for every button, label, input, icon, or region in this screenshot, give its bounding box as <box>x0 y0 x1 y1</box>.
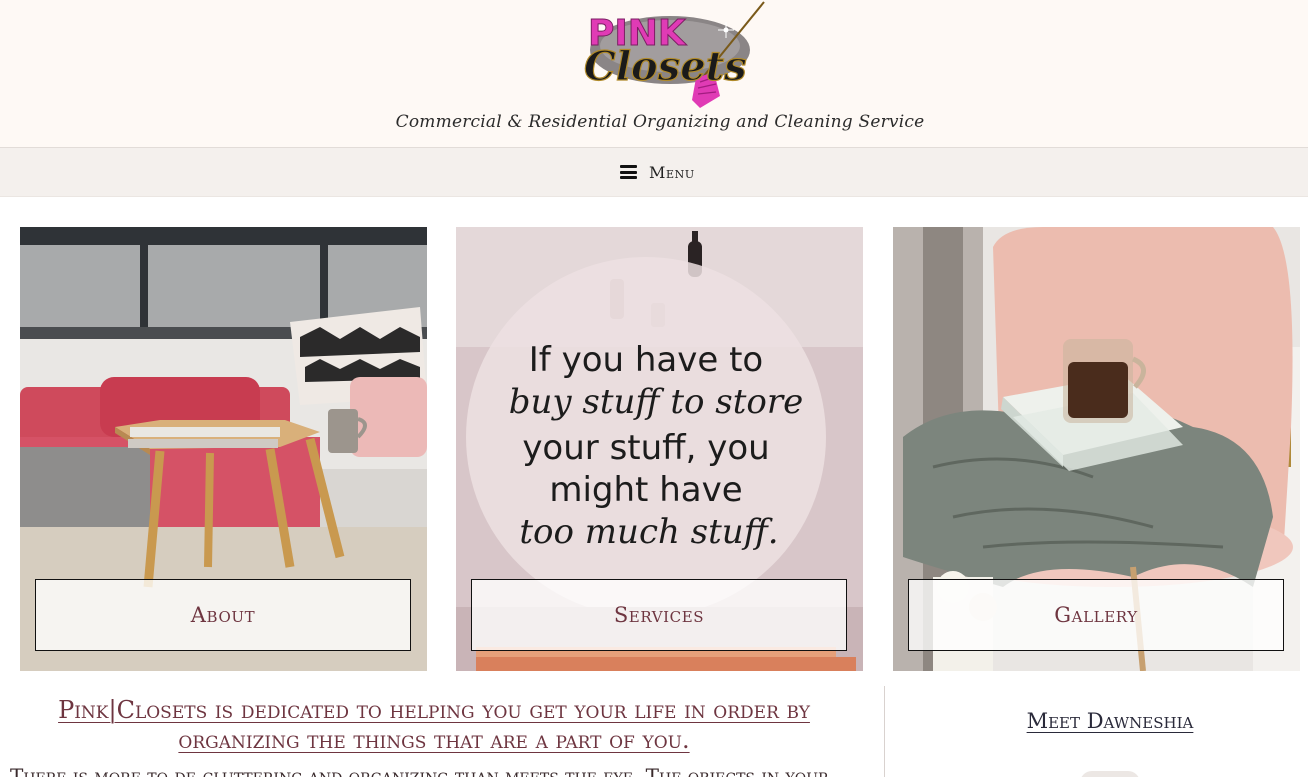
profile-photo <box>1080 771 1140 777</box>
site-header: PINK Closets Commercial & Residential Or… <box>0 0 1308 148</box>
quote-line-3: your stuff, you <box>522 428 769 468</box>
services-card[interactable]: If you have to buy stuff to store your s… <box>456 227 863 671</box>
gallery-label[interactable]: Gallery <box>908 579 1284 651</box>
intro-body-text: There is more to de-cluttering and organ… <box>10 764 829 777</box>
quote-line-5: too much stuff. <box>519 512 778 552</box>
quote-line-4: might have <box>549 470 742 510</box>
meet-dawneshia-link[interactable]: Meet Dawneshia <box>900 709 1308 733</box>
gallery-card[interactable]: Gallery <box>893 227 1300 671</box>
intro-headline[interactable]: Pink|Closets is dedicated to helping you… <box>8 695 860 755</box>
quote-line-1: If you have to <box>529 340 763 380</box>
main-navigation: Menu <box>0 148 1308 197</box>
about-label[interactable]: About <box>35 579 411 651</box>
pink-closets-logo[interactable]: PINK Closets <box>574 0 774 112</box>
hamburger-icon[interactable] <box>620 165 637 179</box>
about-card[interactable]: About <box>20 227 427 671</box>
services-label[interactable]: Services <box>471 579 847 651</box>
menu-label[interactable]: Menu <box>649 163 695 182</box>
menu-toggle-button[interactable]: Menu <box>620 154 695 190</box>
logo-closets-text: Closets <box>584 43 747 90</box>
quote-line-2: buy stuff to store <box>509 382 803 422</box>
site-tagline: Commercial & Residential Organizing and … <box>395 112 925 132</box>
column-divider <box>884 686 885 777</box>
